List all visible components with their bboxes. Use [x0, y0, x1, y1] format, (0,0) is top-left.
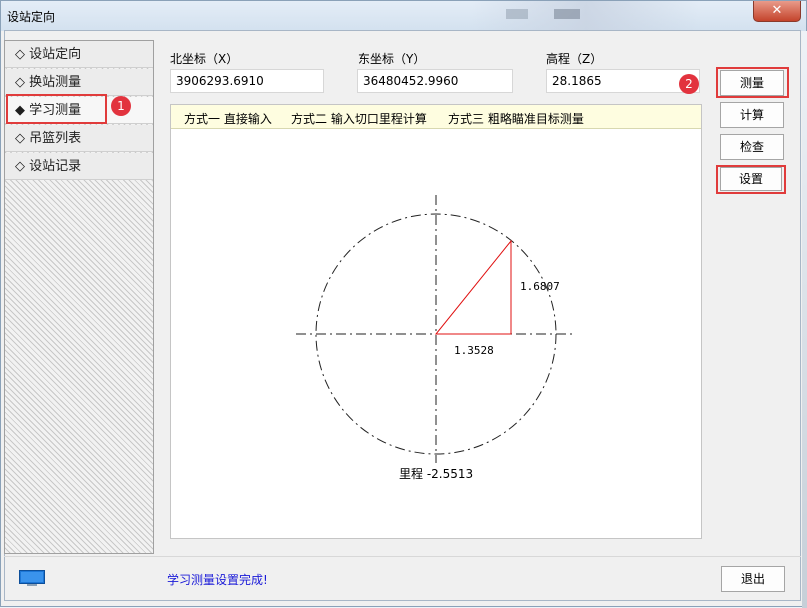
title-bar[interactable]: 设站定向 ✕	[1, 1, 806, 31]
sidebar-item-station-orientation[interactable]: ◇ 设站定向	[5, 41, 153, 68]
highlight-learning-measure	[6, 94, 107, 124]
footer-divider	[4, 556, 801, 557]
measure-button[interactable]: 测量	[720, 70, 784, 96]
elevation-input[interactable]: 28.1865	[546, 69, 700, 93]
close-icon: ✕	[771, 3, 783, 18]
sidebar-item-change-station[interactable]: ◇ 换站测量	[5, 69, 153, 96]
monitor-icon	[19, 570, 45, 586]
horizontal-offset-label: 1.3528	[454, 344, 494, 357]
compute-button[interactable]: 计算	[720, 102, 784, 128]
east-label: 东坐标（Y）	[358, 52, 426, 66]
window-title: 设站定向	[7, 10, 56, 24]
offset-diagram: 1.6807 1.3528 里程 -2.5513	[296, 195, 576, 481]
step-badge-2: 2	[679, 74, 699, 94]
check-button[interactable]: 检查	[720, 134, 784, 160]
diagram-panel: 方式一 直接输入 方式二 输入切口里程计算 方式三 粗略瞄准目标测量 1.680…	[170, 104, 702, 539]
method-bar: 方式一 直接输入 方式二 输入切口里程计算 方式三 粗略瞄准目标测量	[171, 105, 701, 129]
method-3-tab[interactable]: 方式三 粗略瞄准目标测量	[448, 110, 584, 127]
sidebar-item-basket-list[interactable]: ◇ 吊篮列表	[5, 125, 153, 152]
sidebar-item-station-records[interactable]: ◇ 设站记录	[5, 153, 153, 180]
north-input[interactable]: 3906293.6910	[170, 69, 324, 93]
method-1-tab[interactable]: 方式一 直接输入	[184, 110, 272, 127]
north-label: 北坐标（X）	[170, 52, 239, 66]
close-button[interactable]: ✕	[753, 1, 801, 22]
status-message: 学习测量设置完成!	[167, 573, 268, 587]
method-2-tab[interactable]: 方式二 输入切口里程计算	[291, 110, 427, 127]
elevation-label: 高程（Z）	[546, 52, 603, 66]
vertical-offset-label: 1.6807	[520, 280, 560, 293]
east-input[interactable]: 36480452.9960	[357, 69, 513, 93]
exit-button[interactable]: 退出	[721, 566, 785, 592]
titlebar-blur-mark	[506, 9, 528, 19]
settings-button[interactable]: 设置	[720, 167, 782, 191]
window-edge	[802, 31, 807, 608]
step-badge-1: 1	[111, 96, 131, 116]
chainage-label: 里程 -2.5513	[399, 466, 473, 481]
offset-triangle	[434, 239, 512, 335]
titlebar-blur-mark	[554, 9, 580, 19]
